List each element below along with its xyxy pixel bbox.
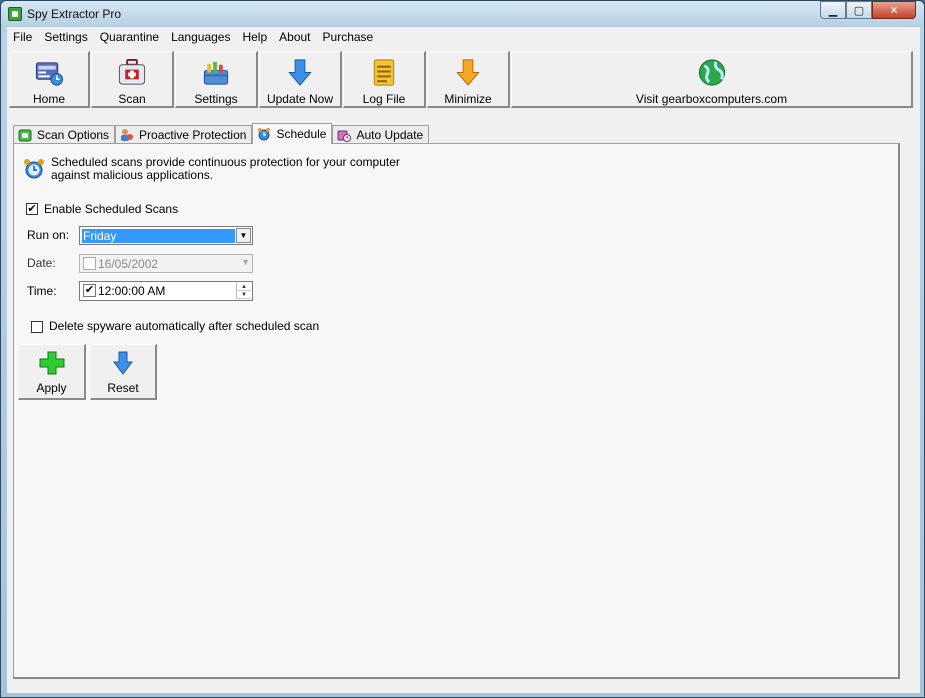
window-controls: ▁ ▢ ✕ (820, 1, 916, 19)
update-now-label: Update Now (266, 92, 334, 106)
schedule-info-text: Scheduled scans provide continuous prote… (51, 156, 471, 182)
download-arrow-icon (288, 59, 312, 86)
menu-quarantine[interactable]: Quarantine (94, 28, 165, 46)
plus-icon (39, 351, 64, 375)
update-now-button[interactable]: Update Now (259, 51, 342, 108)
enable-scheduled-scans-checkbox[interactable]: ✔ (26, 203, 38, 215)
close-window-button[interactable]: ✕ (872, 1, 916, 19)
menu-purchase[interactable]: Purchase (317, 28, 380, 46)
maximize-icon: ▢ (853, 4, 865, 17)
run-on-dropdown[interactable]: Friday ▼ (79, 226, 253, 245)
visit-website-label: Visit gearboxcomputers.com (635, 92, 788, 106)
log-file-label: Log File (362, 92, 406, 106)
tab-auto-update-label: Auto Update (356, 127, 424, 142)
client-area: File Settings Quarantine Languages Help … (7, 27, 920, 693)
app-icon (8, 7, 22, 21)
status-bar (13, 683, 921, 691)
schedule-info-line-2: against malicious applications. (51, 168, 214, 182)
minimize-window-button[interactable]: ▁ (820, 1, 846, 19)
reset-button[interactable]: Reset (90, 344, 157, 400)
date-value: 16/05/2002 (98, 257, 159, 271)
maximize-window-button[interactable]: ▢ (846, 1, 872, 19)
enable-scheduled-scans-label: Enable Scheduled Scans (44, 202, 179, 216)
delete-spyware-checkbox[interactable] (31, 321, 43, 333)
first-aid-kit-icon (118, 58, 146, 85)
minimize-label: Minimize (444, 92, 492, 106)
menu-about[interactable]: About (273, 28, 316, 46)
date-label: Date: (27, 256, 56, 270)
time-picker[interactable]: ✔ 12:00:00 AM ▲ ▼ (79, 281, 253, 301)
tab-strip: Scan Options Proactive Protection Schedu… (13, 123, 430, 144)
scan-button[interactable]: Scan (91, 51, 174, 108)
scan-label: Scan (118, 92, 146, 106)
log-file-button[interactable]: Log File (343, 51, 426, 108)
tab-auto-update[interactable]: Auto Update (332, 125, 430, 143)
alarm-clock-icon (24, 159, 44, 179)
run-on-selected-value: Friday (82, 229, 235, 243)
toolbox-icon (203, 61, 229, 85)
settings-button[interactable]: Settings (175, 51, 258, 108)
time-value: 12:00:00 AM (98, 284, 166, 298)
menu-languages[interactable]: Languages (165, 28, 236, 46)
minimize-icon: ▁ (828, 4, 838, 17)
tab-proactive-protection-label: Proactive Protection (139, 127, 247, 142)
home-icon (35, 62, 64, 86)
reset-label: Reset (107, 381, 139, 395)
run-on-label: Run on: (27, 228, 70, 242)
time-label: Time: (27, 284, 57, 298)
auto-update-icon (337, 130, 352, 142)
tab-proactive-protection[interactable]: Proactive Protection (115, 125, 253, 143)
apply-button[interactable]: Apply (18, 344, 86, 400)
tab-schedule-label: Schedule (276, 127, 327, 141)
title-bar[interactable]: Spy Extractor Pro ▁ ▢ ✕ (1, 1, 924, 27)
window-title: Spy Extractor Pro (27, 7, 122, 21)
tab-scan-options-label: Scan Options (37, 127, 110, 142)
home-label: Home (32, 92, 65, 106)
alarm-clock-icon (258, 128, 271, 141)
spin-down-icon[interactable]: ▼ (237, 291, 251, 299)
menu-bar: File Settings Quarantine Languages Help … (7, 27, 920, 47)
schedule-panel: Scheduled scans provide continuous prote… (13, 143, 900, 679)
home-button[interactable]: Home (9, 51, 90, 108)
apply-label: Apply (36, 381, 67, 395)
toolbar: Home Scan Settings Update Now Log File M… (9, 51, 917, 109)
settings-label: Settings (194, 92, 238, 106)
globe-icon (698, 59, 725, 86)
app-window: Spy Extractor Pro ▁ ▢ ✕ File Settings Qu… (0, 0, 925, 698)
close-icon: ✕ (889, 4, 899, 17)
time-enable-checkbox[interactable]: ✔ (83, 284, 96, 297)
users-shield-icon (121, 128, 134, 141)
down-arrow-icon (113, 351, 133, 375)
menu-file[interactable]: File (7, 28, 38, 46)
spin-up-icon[interactable]: ▲ (237, 283, 251, 291)
visit-website-button[interactable]: Visit gearboxcomputers.com (511, 51, 913, 108)
scan-options-icon (18, 129, 32, 141)
minimize-button[interactable]: Minimize (427, 51, 510, 108)
tab-schedule[interactable]: Schedule (252, 123, 333, 144)
menu-help[interactable]: Help (236, 28, 273, 46)
date-picker[interactable]: 16/05/2002 ▼ (79, 254, 253, 273)
delete-spyware-label: Delete spyware automatically after sched… (49, 319, 320, 333)
tab-scan-options[interactable]: Scan Options (13, 125, 116, 143)
menu-settings[interactable]: Settings (38, 28, 93, 46)
date-enable-checkbox[interactable] (83, 257, 96, 270)
time-spinner[interactable]: ▲ ▼ (236, 283, 251, 299)
down-arrow-icon (456, 59, 480, 86)
notepad-icon (373, 59, 395, 86)
chevron-down-icon[interactable]: ▼ (241, 257, 250, 267)
chevron-down-icon[interactable]: ▼ (236, 228, 251, 243)
